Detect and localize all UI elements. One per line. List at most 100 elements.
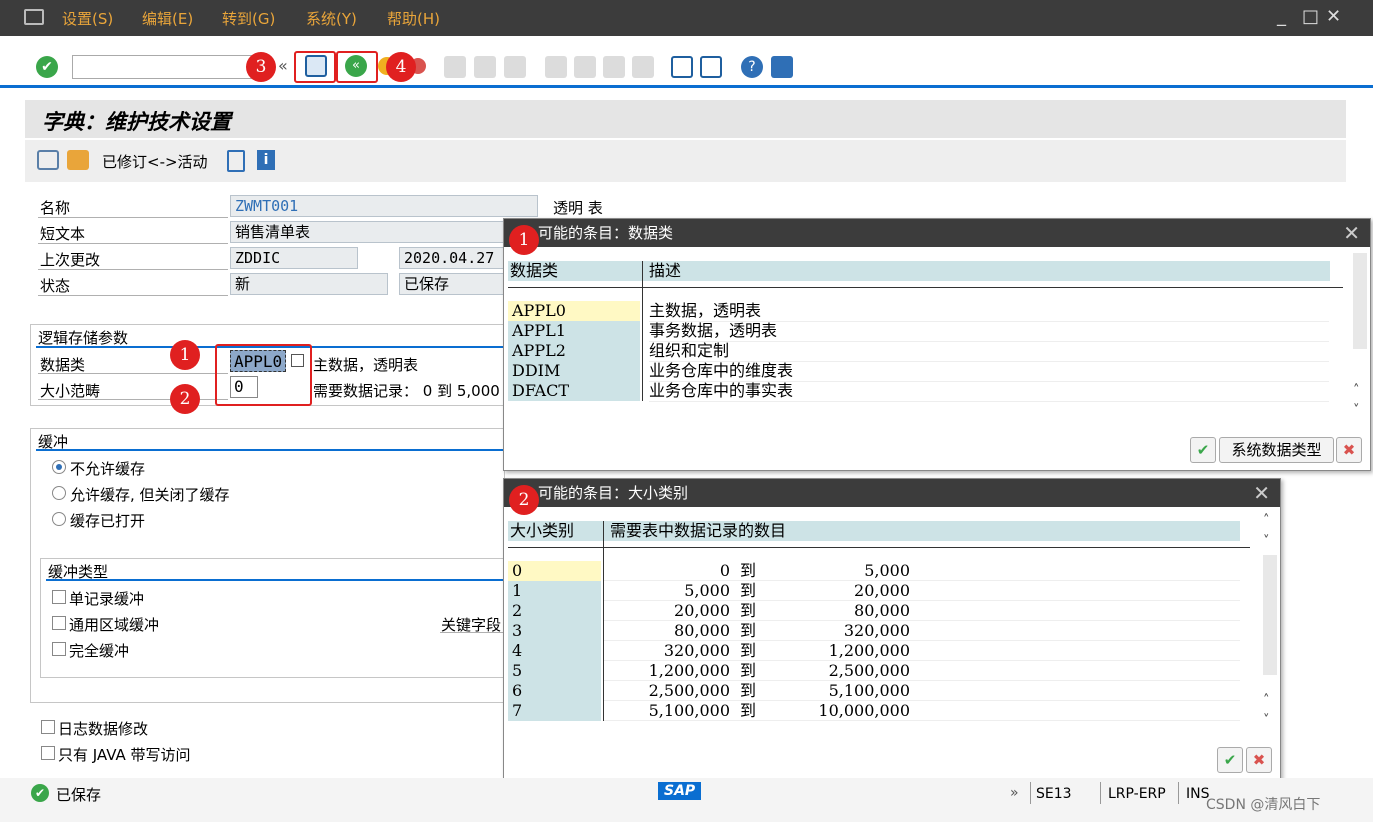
size-category-row-key[interactable]: 7 — [508, 701, 601, 721]
size-category-row-key[interactable]: 6 — [508, 681, 601, 701]
command-field[interactable] — [72, 55, 252, 79]
dialog-size-category-title: 可能的条目：大小类别 — [504, 479, 1280, 507]
size-category-row-from[interactable]: 5,000 — [610, 581, 730, 601]
system-data-types-button[interactable]: 系统数据类型 — [1219, 437, 1334, 463]
data-class-row-description[interactable]: 主数据，透明表 — [649, 301, 1329, 322]
log-changes-checkbox[interactable] — [41, 720, 55, 734]
cancel-x-icon[interactable]: ✖ — [1246, 747, 1272, 773]
size-category-row-key[interactable]: 1 — [508, 581, 601, 601]
data-class-row-description[interactable]: 业务仓库中的事实表 — [649, 381, 1329, 402]
dialog-size-category-scrollbar[interactable] — [1263, 555, 1277, 675]
enter-check-icon[interactable]: ✔ — [36, 56, 58, 78]
size-category-row-to[interactable]: 1,200,000 — [780, 641, 910, 661]
data-class-row-key[interactable]: APPL0 — [508, 301, 640, 321]
full-buffering-checkbox[interactable] — [52, 642, 66, 656]
data-class-label: 数据类 — [40, 356, 86, 374]
size-category-row-key[interactable]: 3 — [508, 621, 601, 641]
scroll-up-icon[interactable]: ˄ — [1353, 383, 1360, 398]
shortcut-icon[interactable] — [700, 56, 722, 78]
last-page-icon — [632, 56, 654, 78]
size-category-row-key[interactable]: 0 — [508, 561, 601, 581]
size-category-row-from[interactable]: 1,200,000 — [610, 661, 730, 681]
column-header-size-category: 大小类别 — [510, 521, 575, 540]
watermark: CSDN @清风白下 — [1206, 797, 1321, 813]
confirm-check-icon[interactable]: ✔ — [1217, 747, 1243, 773]
full-buffering-label: 完全缓冲 — [69, 642, 130, 660]
size-category-row-to[interactable]: 2,500,000 — [780, 661, 910, 681]
data-class-row-description[interactable]: 组织和定制 — [649, 341, 1329, 362]
size-category-row-to[interactable]: 5,100,000 — [780, 681, 910, 701]
scroll-down-icon[interactable]: ˅ — [1263, 534, 1270, 549]
size-category-row-key[interactable]: 4 — [508, 641, 601, 661]
scroll-down-icon[interactable]: ˅ — [1353, 403, 1360, 418]
radio-buffering-off[interactable] — [52, 486, 66, 500]
size-category-row-from[interactable]: 20,000 — [610, 601, 730, 621]
info-icon[interactable]: i — [257, 150, 275, 170]
cancel-x-icon[interactable]: ✖ — [1336, 437, 1362, 463]
status-saved-field: 已保存 — [399, 273, 504, 295]
dialog-data-class-scrollbar[interactable] — [1353, 253, 1367, 349]
dialog-size-category: 可能的条目：大小类别 ✕ 2 大小类别 需要表中数据记录的数目 0 0 到 5,000… — [503, 478, 1281, 785]
scroll-up-icon[interactable]: ˄ — [1263, 693, 1270, 708]
size-category-row-to[interactable]: 80,000 — [780, 601, 910, 621]
find-icon — [474, 56, 496, 78]
menu-edit[interactable]: 编辑(E) — [142, 8, 193, 29]
size-category-row-to[interactable]: 20,000 — [780, 581, 910, 601]
java-only-label: 只有 JAVA 带写访问 — [58, 746, 191, 764]
revision-toggle-button[interactable]: 已修订<->活动 — [102, 151, 208, 172]
size-category-row-from[interactable]: 0 — [610, 561, 730, 581]
radio-buffering-on[interactable] — [52, 512, 66, 526]
display-change-icon[interactable] — [37, 150, 59, 170]
size-category-row-from[interactable]: 320,000 — [610, 641, 730, 661]
dialog-data-class: 可能的条目：数据类 ✕ 1 数据类 描述 APPL0 主数据，透明表 APPL1 事务… — [503, 218, 1371, 471]
data-class-row-key[interactable]: DFACT — [508, 381, 640, 401]
confirm-check-icon[interactable]: ✔ — [1190, 437, 1216, 463]
menu-settings[interactable]: 设置(S) — [62, 8, 113, 29]
activate-icon[interactable] — [67, 150, 89, 170]
system-id: LRP-ERP — [1108, 786, 1166, 802]
menu-goto[interactable]: 转到(G) — [222, 8, 275, 29]
data-class-row-key[interactable]: APPL1 — [508, 321, 640, 341]
menu-system[interactable]: 系统(Y) — [306, 8, 357, 29]
transaction-code[interactable]: SE13 — [1036, 786, 1072, 802]
last-changed-label: 上次更改 — [40, 251, 101, 269]
layout-menu-icon[interactable] — [771, 56, 793, 78]
java-only-checkbox[interactable] — [41, 746, 55, 760]
annotation-input-box — [215, 344, 312, 406]
data-class-row-key[interactable]: DDIM — [508, 361, 640, 381]
dialog-size-category-badge: 2 — [509, 485, 539, 515]
help-icon[interactable]: ? — [741, 56, 763, 78]
close-window-icon[interactable]: ✕ — [1326, 6, 1341, 27]
size-category-row-to-word: 到 — [740, 661, 757, 680]
size-category-row-from[interactable]: 2,500,000 — [610, 681, 730, 701]
scroll-up-icon[interactable]: ˄ — [1263, 513, 1270, 528]
data-class-row-description[interactable]: 事务数据，透明表 — [649, 321, 1329, 342]
scroll-down-icon[interactable]: ˅ — [1263, 713, 1270, 728]
size-category-description: 需要数据记录： 0 到 5,000 — [313, 382, 500, 400]
single-record-checkbox[interactable] — [52, 590, 66, 604]
size-category-row-to[interactable]: 320,000 — [780, 621, 910, 641]
size-category-row-from[interactable]: 80,000 — [610, 621, 730, 641]
dialog-size-category-close-icon[interactable]: ✕ — [1253, 481, 1270, 505]
radio-no-buffering[interactable] — [52, 460, 66, 474]
collapse-icon[interactable]: « — [278, 56, 288, 75]
maximize-icon[interactable]: □ — [1302, 6, 1319, 27]
minimize-icon[interactable]: _ — [1277, 6, 1286, 27]
size-category-row-to[interactable]: 10,000,000 — [780, 701, 910, 721]
size-category-row-key[interactable]: 2 — [508, 601, 601, 621]
menu-help[interactable]: 帮助(H) — [387, 8, 440, 29]
data-class-row-description[interactable]: 业务仓库中的维度表 — [649, 361, 1329, 382]
status-bar: ✔ 已保存 SAP » SE13 LRP-ERP INS CSDN @清风白下 — [0, 778, 1373, 822]
generic-area-checkbox[interactable] — [52, 616, 66, 630]
dialog-data-class-close-icon[interactable]: ✕ — [1343, 221, 1360, 245]
delete-icon[interactable] — [227, 150, 245, 172]
system-menu-icon[interactable] — [24, 9, 44, 25]
status-expand-icon[interactable]: » — [1010, 785, 1019, 801]
size-category-row-to[interactable]: 5,000 — [780, 561, 910, 581]
previous-page-icon — [574, 56, 596, 78]
size-category-row-from[interactable]: 5,100,000 — [610, 701, 730, 721]
data-class-row-key[interactable]: APPL2 — [508, 341, 640, 361]
size-category-row-to-word: 到 — [740, 601, 757, 620]
size-category-row-key[interactable]: 5 — [508, 661, 601, 681]
new-session-icon[interactable] — [671, 56, 693, 78]
